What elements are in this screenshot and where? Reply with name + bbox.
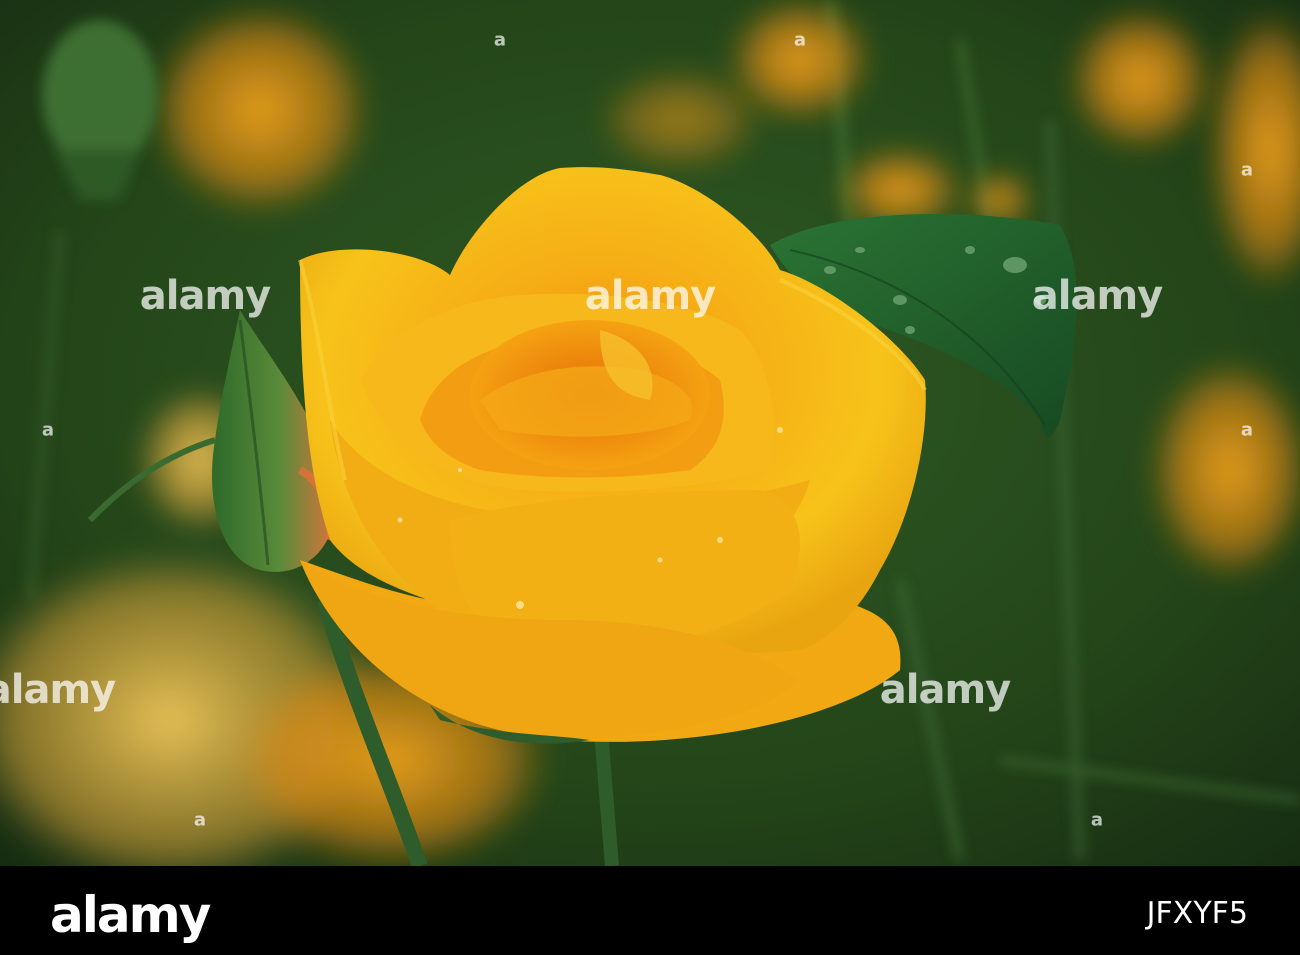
footer-bar: alamy JFXYF5 [0,866,1300,955]
image-id: JFXYF5 [1146,896,1248,931]
photo: alamy alamy alamy alamy alamy a a a a a … [0,0,1300,866]
rose-photo [0,0,1300,866]
brand-logo: alamy [50,886,211,944]
